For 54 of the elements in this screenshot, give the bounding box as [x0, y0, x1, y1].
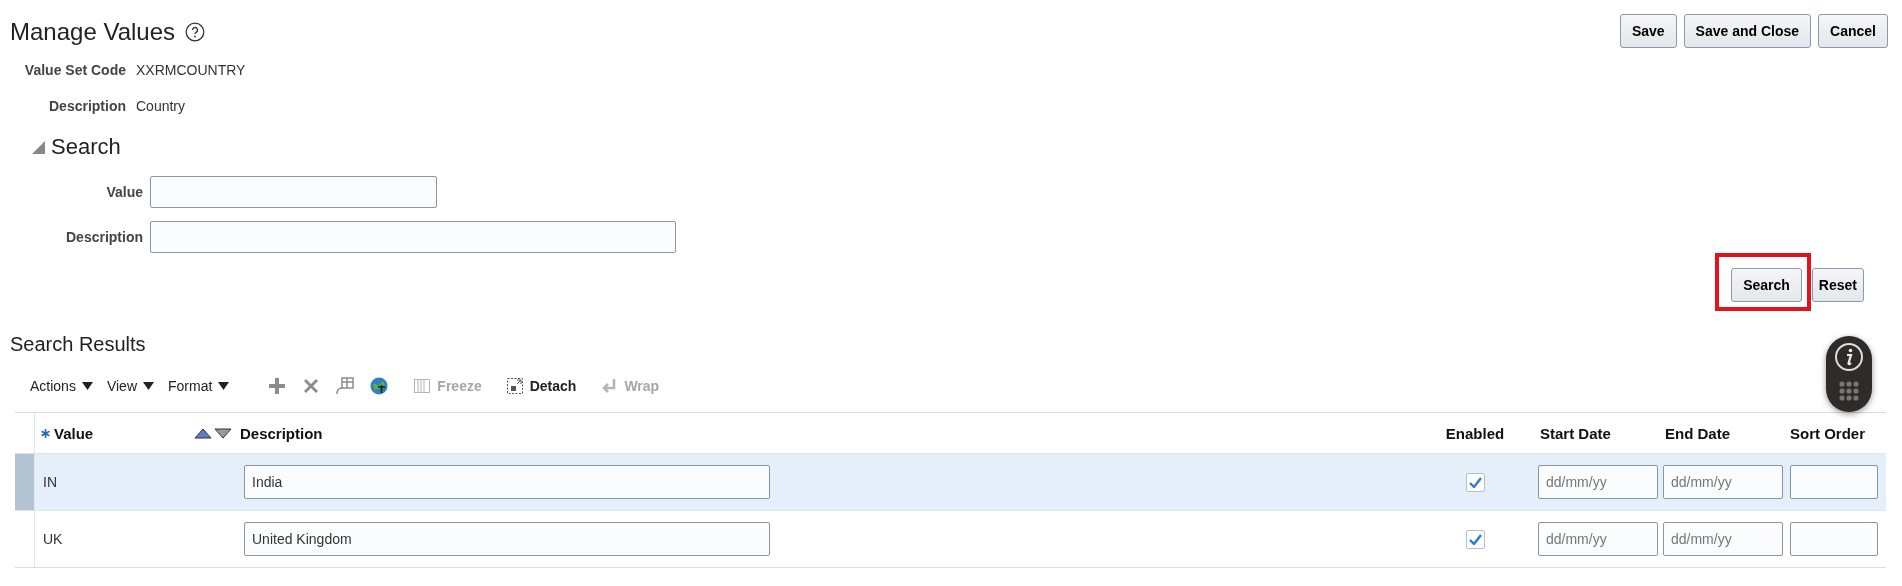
column-header[interactable]: Start Date — [1540, 424, 1611, 442]
header-button[interactable]: Cancel — [1818, 14, 1888, 48]
required-icon — [41, 428, 50, 438]
help-icon[interactable] — [185, 22, 205, 42]
enabled-checkbox[interactable] — [1465, 472, 1485, 492]
reset-button[interactable]: Reset — [1811, 268, 1864, 302]
page-title: Manage Values — [10, 18, 175, 46]
section-title: Search — [51, 134, 121, 160]
date-field[interactable]: dd/mm/yy — [1538, 522, 1658, 556]
menu-button[interactable]: Actions — [30, 378, 93, 394]
description-field[interactable]: India — [244, 465, 770, 499]
date-field[interactable]: dd/mm/yy — [1538, 465, 1658, 499]
detail-value: Country — [136, 98, 187, 114]
floating-widget[interactable] — [1826, 336, 1872, 412]
section-title: Search Results — [10, 333, 147, 356]
date-field[interactable]: dd/mm/yy — [1663, 465, 1783, 499]
column-header[interactable]: End Date — [1665, 424, 1730, 442]
sort-icon[interactable] — [194, 427, 232, 439]
field-label: Value — [105, 184, 143, 200]
search-field[interactable] — [150, 221, 676, 253]
caret-icon — [218, 382, 230, 390]
table-icon[interactable] — [335, 376, 356, 396]
enabled-checkbox[interactable] — [1465, 529, 1485, 549]
description-field[interactable]: United Kingdom — [244, 522, 770, 556]
grid-icon[interactable] — [1838, 380, 1860, 402]
table-cell-text: IN — [42, 474, 58, 490]
sort-order-field[interactable] — [1790, 465, 1878, 499]
column-header[interactable]: Enabled — [1445, 424, 1505, 442]
detail-label: Value Set Code — [23, 62, 126, 78]
column-header[interactable]: Value — [35, 424, 240, 442]
freeze-icon — [413, 377, 432, 395]
sort-order-field[interactable] — [1790, 522, 1878, 556]
search-field[interactable] — [150, 176, 437, 208]
globe-icon[interactable] — [369, 376, 390, 396]
menu-button[interactable]: Format — [168, 378, 230, 394]
add-icon[interactable] — [267, 376, 288, 396]
field-label: Description — [65, 229, 143, 245]
detail-value: XXRMCOUNTRY — [136, 62, 247, 78]
column-header[interactable]: Description — [240, 424, 323, 442]
menu-button[interactable]: View — [106, 378, 154, 394]
detach-icon — [505, 377, 524, 395]
caret-icon — [81, 382, 93, 390]
detail-label: Description — [48, 98, 126, 114]
table-row[interactable]: IN India dd/mm/yy dd/mm/yy — [15, 454, 1886, 511]
info-icon[interactable] — [1834, 342, 1864, 372]
search-button[interactable]: Search — [1731, 268, 1802, 302]
header-button[interactable]: Save and Close — [1683, 14, 1812, 48]
table-cell-text: UK — [42, 531, 64, 547]
toolbar-button[interactable]: Detach — [505, 377, 577, 395]
date-field[interactable]: dd/mm/yy — [1663, 522, 1783, 556]
caret-icon — [143, 382, 154, 390]
header-button[interactable]: Save — [1619, 14, 1677, 48]
column-header[interactable]: Sort Order — [1790, 424, 1865, 442]
disclosure-icon[interactable] — [32, 140, 45, 154]
